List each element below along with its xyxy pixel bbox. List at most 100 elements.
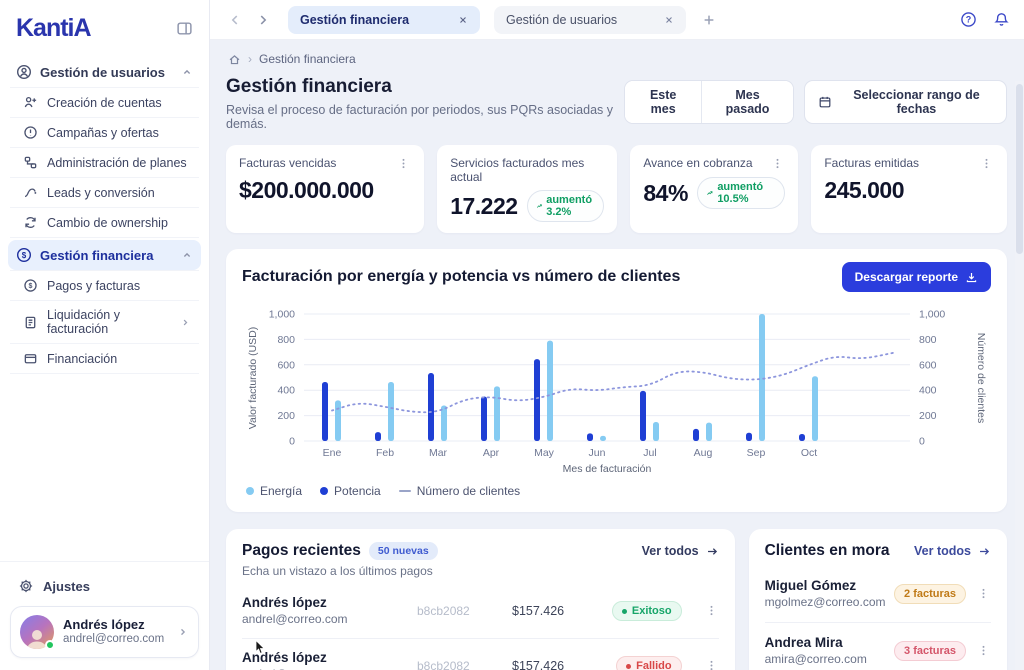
date-range-button[interactable]: Seleccionar rango de fechas [804, 80, 1007, 124]
sidebar-sublist-usuarios: Creación de cuentas Campañas y ofertas A… [10, 87, 199, 238]
calendar-icon [818, 95, 832, 109]
breadcrumb-separator: › [248, 52, 252, 66]
legend-item-energia[interactable]: Energía [246, 484, 302, 498]
debtors-view-all-link[interactable]: Ver todos [914, 544, 991, 558]
sidebar-sublist-financiera: $ Pagos y facturas Liquidación y factura… [10, 270, 199, 374]
history-forward-icon[interactable] [252, 9, 274, 31]
svg-text:Feb: Feb [376, 447, 394, 459]
svg-text:Mes de facturación: Mes de facturación [563, 463, 652, 475]
bell-icon[interactable] [993, 11, 1010, 28]
chevron-right-icon [180, 317, 191, 328]
alert-circle-icon [23, 125, 38, 140]
kpi-value: 17.222 [450, 193, 517, 220]
trend-up-icon [536, 201, 543, 211]
svg-text:?: ? [966, 15, 972, 25]
sidebar-item-cambio-de-ownership[interactable]: Cambio de ownership [10, 207, 199, 237]
legend-item-numero-de-clientes[interactable]: Número de clientes [399, 484, 520, 498]
svg-text:Ene: Ene [323, 447, 342, 459]
debtor-email: amira@correo.com [765, 652, 894, 667]
kebab-menu-icon[interactable] [396, 156, 411, 171]
invoice-count-badge: 2 facturas [894, 584, 966, 604]
vertical-scrollbar[interactable] [1015, 81, 1024, 670]
payment-reference: b8cb2082 [417, 604, 512, 618]
refresh-icon [23, 215, 38, 230]
user-plus-icon [23, 95, 38, 110]
main-area: Gestión financiera Gestión de usuarios ?… [210, 0, 1024, 670]
sidebar-item-creacion-de-cuentas[interactable]: Creación de cuentas [10, 87, 199, 117]
status-badge: Exitoso [612, 601, 682, 621]
payment-row[interactable]: Andrés lópez andrel@correo.com b8cb2082 … [242, 584, 719, 639]
breadcrumb-current[interactable]: Gestión financiera [259, 52, 356, 66]
sidebar-item-pagos-y-facturas[interactable]: $ Pagos y facturas [10, 270, 199, 300]
new-tab-icon[interactable] [702, 13, 716, 27]
period-segmented-control: Este mes Mes pasado [624, 80, 794, 124]
tab-gestion-financiera[interactable]: Gestión financiera [288, 6, 480, 34]
download-icon [965, 271, 978, 284]
payments-title: Pagos recientes [242, 542, 361, 560]
gear-icon [18, 578, 34, 594]
svg-text:Jun: Jun [589, 447, 606, 459]
legend-dash-clientes [399, 490, 411, 492]
close-icon[interactable] [662, 13, 676, 27]
sidebar-item-label: Liquidación y facturación [47, 308, 171, 336]
bottom-panels: Pagos recientes 50 nuevas Echa un vistaz… [226, 529, 1007, 670]
svg-text:200: 200 [919, 410, 937, 422]
tab-label: Gestión financiera [300, 13, 409, 27]
user-card[interactable]: Andrés lópez andrel@correo.com [10, 606, 199, 658]
kebab-menu-icon[interactable] [704, 603, 719, 618]
payment-amount: $157.426 [512, 659, 564, 670]
sidebar-item-label: Creación de cuentas [47, 96, 162, 110]
this-month-button[interactable]: Este mes [625, 81, 701, 123]
sidebar-collapse-icon[interactable] [176, 20, 193, 37]
home-icon[interactable] [228, 53, 241, 66]
kebab-menu-icon[interactable] [704, 658, 719, 670]
sitemap-icon [23, 155, 38, 170]
kebab-menu-icon[interactable] [979, 156, 994, 171]
payer-name: Andrés lópez [242, 595, 417, 612]
sidebar-item-gestion-de-usuarios[interactable]: Gestión de usuarios [8, 57, 201, 87]
debtor-row[interactable]: Andrea Mira amira@correo.com 3 facturas [765, 623, 991, 670]
payment-row[interactable]: Andrés lópez andrel@correo.com b8cb2082 … [242, 639, 719, 670]
debtor-row[interactable]: Miguel Gómez mgolmez@correo.com 2 factur… [765, 566, 991, 623]
kebab-menu-icon[interactable] [976, 643, 991, 658]
svg-text:400: 400 [919, 385, 937, 397]
history-back-icon[interactable] [224, 9, 246, 31]
sidebar-item-financiacion[interactable]: Financiación [10, 343, 199, 373]
sidebar-item-liquidacion-y-facturacion[interactable]: Liquidación y facturación [10, 300, 199, 343]
sidebar-item-campanas-y-ofertas[interactable]: Campañas y ofertas [10, 117, 199, 147]
svg-text:May: May [534, 447, 555, 459]
tab-gestion-de-usuarios[interactable]: Gestión de usuarios [494, 6, 686, 34]
svg-text:400: 400 [277, 385, 295, 397]
kebab-menu-icon[interactable] [976, 586, 991, 601]
download-report-button[interactable]: Descargar reporte [842, 262, 991, 292]
billing-chart-svg: 002002004004006006008008001,0001,000EneF… [242, 300, 991, 476]
sidebar-item-leads-y-conversion[interactable]: Leads y conversión [10, 177, 199, 207]
sidebar-item-administracion-de-planes[interactable]: Administración de planes [10, 147, 199, 177]
svg-text:Valor facturado (USD): Valor facturado (USD) [247, 327, 259, 430]
payments-view-all-link[interactable]: Ver todos [642, 544, 719, 558]
scrollbar-thumb[interactable] [1016, 84, 1023, 254]
chevron-up-icon [181, 249, 193, 261]
dollar-circle-icon: $ [16, 247, 32, 263]
sidebar-item-ajustes[interactable]: Ajustes [10, 572, 199, 606]
breadcrumb: › Gestión financiera [226, 50, 1007, 76]
sidebar: KantiA Gestión de usuarios Creación de c… [0, 0, 210, 670]
sidebar-item-gestion-financiera[interactable]: $ Gestión financiera [8, 240, 201, 270]
download-report-label: Descargar reporte [855, 270, 958, 284]
close-icon[interactable] [456, 13, 470, 27]
help-icon[interactable]: ? [960, 11, 977, 28]
legend-item-potencia[interactable]: Potencia [320, 484, 381, 498]
kpi-label: Facturas vencidas [239, 156, 336, 170]
debtor-name: Miguel Gómez [765, 578, 894, 595]
arrow-right-icon [706, 545, 719, 558]
debtor-email: mgolmez@correo.com [765, 595, 894, 610]
leads-flow-icon [23, 185, 38, 200]
kebab-menu-icon[interactable] [770, 156, 785, 171]
last-month-button[interactable]: Mes pasado [701, 81, 793, 123]
kpi-row: Facturas vencidas $200.000.000 Servicios… [226, 145, 1007, 233]
sidebar-item-label: Leads y conversión [47, 186, 155, 200]
kpi-label: Avance en cobranza [643, 156, 752, 170]
trend-badge: aumentó 10.5% [697, 177, 785, 209]
payer-email: andrel@correo.com [242, 612, 417, 627]
user-circle-icon [16, 64, 32, 80]
